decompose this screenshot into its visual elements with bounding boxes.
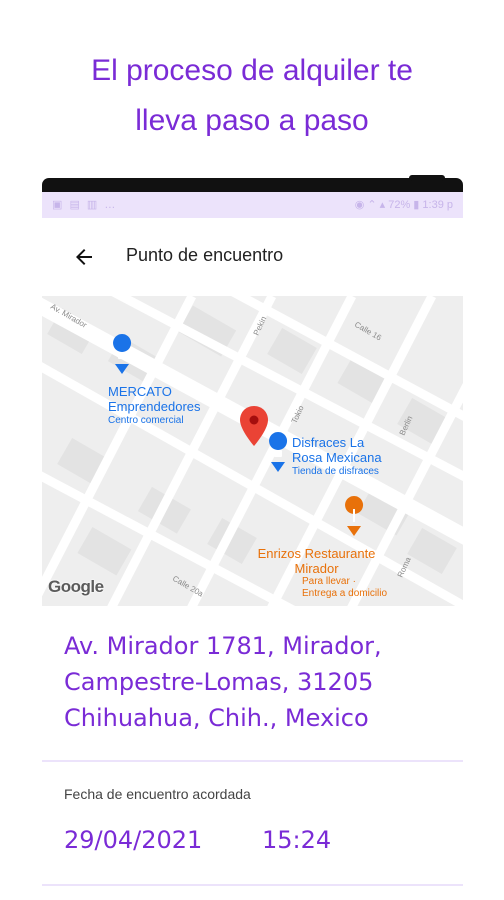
address-line-3: Chihuahua, Chih., Mexico xyxy=(64,704,369,732)
promo-line-2: lleva paso a paso xyxy=(135,104,369,137)
place-label-mercato[interactable]: MERCATO Emprendedores Centro comercial xyxy=(108,384,201,428)
status-notification-icons: ▣ ▤ ▥ … xyxy=(52,199,118,211)
device-bezel xyxy=(42,175,463,192)
promo-heading: El proceso de alquiler te lleva paso a p… xyxy=(0,46,504,146)
divider xyxy=(42,760,463,762)
arrow-left-icon[interactable] xyxy=(72,245,96,269)
app-bar: Punto de encuentro xyxy=(42,218,463,296)
place-name: Enrizos Restaurante Mirador xyxy=(257,546,376,576)
status-system-info: ◉ ⌃ ▴ 72% ▮ 1:39 p xyxy=(354,199,453,211)
place-name: Disfraces La Rosa Mexicana xyxy=(292,435,382,465)
divider xyxy=(42,884,463,886)
device-notch xyxy=(409,175,445,181)
page-title: Punto de encuentro xyxy=(126,245,284,265)
place-label-enrizos[interactable]: Enrizos Restaurante Mirador Para llevar … xyxy=(246,546,387,600)
place-name: MERCATO Emprendedores xyxy=(108,384,201,414)
place-label-disfraces[interactable]: Disfraces La Rosa Mexicana Tienda de dis… xyxy=(292,435,382,479)
meeting-date-value: 29/04/2021 xyxy=(64,826,203,854)
place-category: Centro comercial xyxy=(108,415,184,426)
meeting-date-label: Fecha de encuentro acordada xyxy=(64,786,251,802)
place-category: Tienda de disfraces xyxy=(292,466,379,477)
status-bar: ▣ ▤ ▥ … ◉ ⌃ ▴ 72% ▮ 1:39 p xyxy=(42,192,463,218)
map-view[interactable]: Av. Mirador Pekin Calle 16 Tokio Berlin … xyxy=(42,296,463,606)
address-line-1: Av. Mirador 1781, Mirador, xyxy=(64,632,382,660)
google-attribution: Google xyxy=(48,577,104,596)
place-category: Para llevar · Entrega a domicilio xyxy=(302,576,388,599)
device-frame: ▣ ▤ ▥ … ◉ ⌃ ▴ 72% ▮ 1:39 p Punto de encu… xyxy=(42,175,463,900)
address-line-2: Campestre-Lomas, 31205 xyxy=(64,668,374,696)
address-block: Av. Mirador 1781, Mirador, Campestre-Lom… xyxy=(64,628,444,736)
meeting-time-value: 15:24 xyxy=(262,826,332,854)
promo-line-1: El proceso de alquiler te xyxy=(91,54,413,87)
